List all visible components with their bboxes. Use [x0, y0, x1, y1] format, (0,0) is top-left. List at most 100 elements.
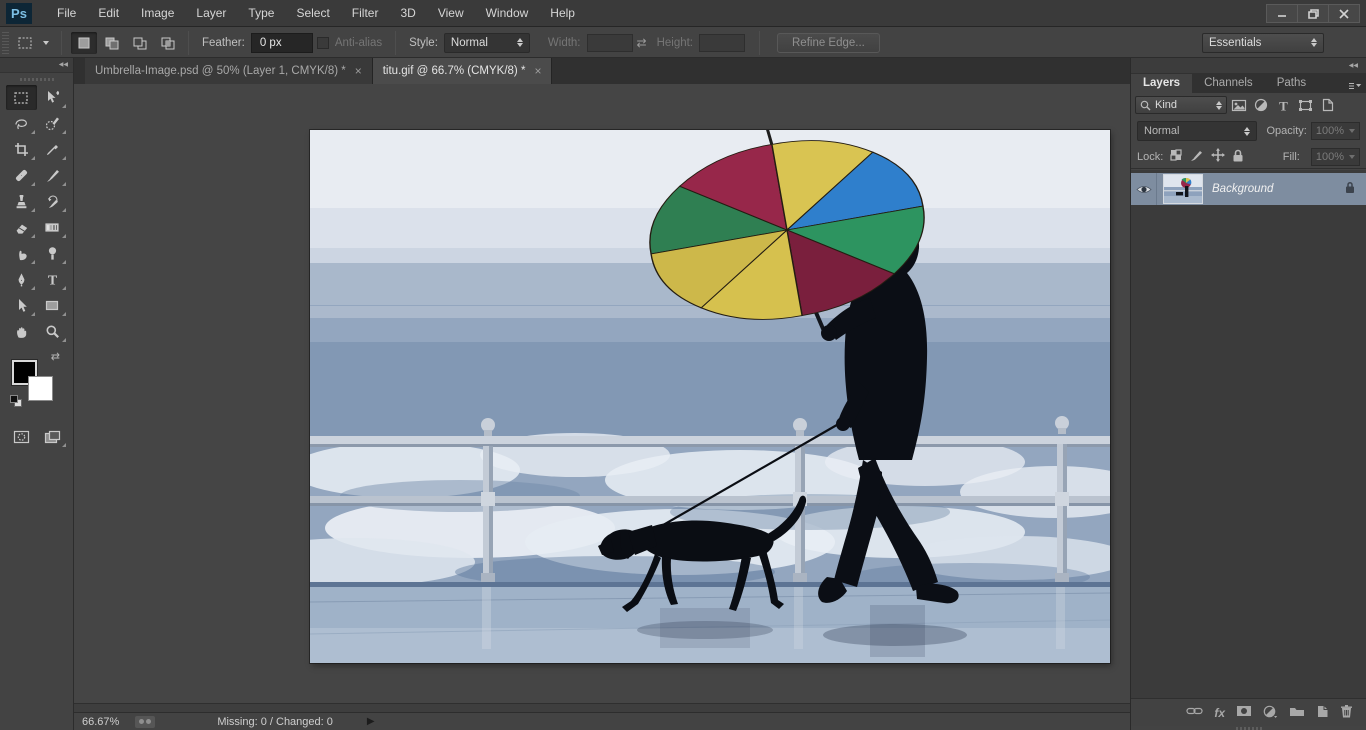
width-label: Width:	[548, 37, 581, 49]
delete-layer-button[interactable]	[1340, 705, 1353, 721]
tool-gradient[interactable]	[37, 215, 68, 240]
clone-stamp-icon	[14, 195, 29, 209]
tool-clone-stamp[interactable]	[6, 189, 37, 214]
link-layers-button[interactable]	[1186, 706, 1203, 719]
opacity-field[interactable]: 100%	[1311, 122, 1360, 140]
filter-adjustment-layers-button[interactable]	[1251, 96, 1271, 114]
menu-file[interactable]: File	[46, 0, 87, 26]
tool-preset-picker[interactable]	[12, 34, 54, 52]
tool-smudge[interactable]	[6, 241, 37, 266]
height-input[interactable]	[699, 34, 745, 52]
tool-shape[interactable]	[37, 293, 68, 318]
lock-position-button[interactable]	[1211, 148, 1225, 165]
tools-grip[interactable]	[20, 78, 54, 81]
new-layer-button[interactable]	[1316, 705, 1329, 721]
panel-tab-channels[interactable]: Channels	[1192, 74, 1265, 93]
horizontal-scrollbar[interactable]	[74, 703, 1130, 712]
tab-close-icon[interactable]: ×	[355, 64, 362, 78]
menu-help[interactable]: Help	[539, 0, 586, 26]
tool-hand[interactable]	[6, 319, 37, 344]
lock-all-button[interactable]	[1232, 149, 1244, 165]
subtract-from-selection-button[interactable]	[127, 32, 153, 54]
add-layer-mask-button[interactable]	[1236, 705, 1252, 720]
layer-name[interactable]: Background	[1212, 183, 1344, 195]
filter-kind-dropdown[interactable]: Kind	[1135, 96, 1227, 114]
menu-view[interactable]: View	[427, 0, 475, 26]
tool-eyedropper[interactable]	[37, 137, 68, 162]
tool-zoom[interactable]	[37, 319, 68, 344]
restore-button[interactable]	[1297, 4, 1329, 23]
menu-filter[interactable]: Filter	[341, 0, 390, 26]
background-color-swatch[interactable]	[28, 376, 53, 401]
document-tab-0[interactable]: Umbrella-Image.psd @ 50% (Layer 1, CMYK/…	[85, 58, 373, 84]
tool-path-selection[interactable]	[6, 293, 37, 318]
tool-history-brush[interactable]	[37, 189, 68, 214]
default-colors-icon[interactable]	[10, 395, 23, 408]
new-group-button[interactable]	[1289, 705, 1305, 720]
menu-type[interactable]: Type	[237, 0, 285, 26]
type-layer-icon: T	[1277, 99, 1290, 112]
tool-pen[interactable]	[6, 267, 37, 292]
screen-mode-button[interactable]	[37, 424, 68, 449]
tool-eraser[interactable]	[6, 215, 37, 240]
menu-3d[interactable]: 3D	[389, 0, 426, 26]
filter-pixel-layers-button[interactable]	[1229, 96, 1249, 114]
tool-crop[interactable]	[6, 137, 37, 162]
tool-quick-selection[interactable]	[37, 111, 68, 136]
anti-alias-checkbox[interactable]	[317, 37, 329, 49]
layer-row-background[interactable]: Background	[1131, 173, 1366, 205]
filter-shape-layers-button[interactable]	[1295, 96, 1315, 114]
canvas-image[interactable]	[310, 130, 1110, 663]
tool-type[interactable]: T	[37, 267, 68, 292]
shape-rectangle-icon	[44, 299, 60, 312]
minimize-button[interactable]	[1266, 4, 1298, 23]
filter-type-layers-button[interactable]: T	[1273, 96, 1293, 114]
status-options-arrow[interactable]: ▶	[367, 716, 375, 727]
intersect-selection-button[interactable]	[155, 32, 181, 54]
tool-spot-healing-brush[interactable]	[6, 163, 37, 188]
minimize-icon	[1277, 9, 1287, 18]
adobe-drive-status-icon[interactable]	[135, 716, 155, 728]
color-swatches: ⇄	[12, 354, 56, 398]
layer-thumbnail[interactable]	[1163, 174, 1203, 204]
add-to-selection-button[interactable]	[99, 32, 125, 54]
refine-edge-button[interactable]: Refine Edge...	[777, 33, 880, 53]
style-dropdown[interactable]: Normal	[444, 33, 530, 53]
zoom-level-field[interactable]: 66.67%	[82, 716, 119, 728]
fill-field[interactable]: 100%	[1311, 148, 1360, 166]
tool-move[interactable]	[37, 85, 68, 110]
panel-tab-layers[interactable]: Layers	[1131, 74, 1192, 93]
status-bar: 66.67% Missing: 0 / Changed: 0 ▶	[74, 712, 1130, 730]
new-selection-button[interactable]	[71, 32, 97, 54]
width-input[interactable]	[587, 34, 633, 52]
swap-width-height-icon[interactable]: ⇄	[637, 36, 647, 50]
document-tab-1[interactable]: titu.gif @ 66.7% (CMYK/8) *×	[373, 58, 553, 84]
tool-rectangular-marquee[interactable]	[6, 85, 37, 110]
menu-select[interactable]: Select	[285, 0, 340, 26]
lock-transparent-button[interactable]	[1170, 149, 1183, 165]
panel-tab-paths[interactable]: Paths	[1265, 74, 1318, 93]
layer-style-button[interactable]: fx	[1214, 706, 1225, 720]
blend-mode-dropdown[interactable]: Normal	[1137, 121, 1257, 141]
new-adjustment-layer-button[interactable]	[1263, 705, 1278, 721]
menu-edit[interactable]: Edit	[87, 0, 130, 26]
tool-brush[interactable]	[37, 163, 68, 188]
lock-pixels-button[interactable]	[1190, 149, 1204, 165]
tool-dodge[interactable]	[37, 241, 68, 266]
filter-smart-objects-button[interactable]	[1317, 96, 1337, 114]
close-button[interactable]	[1328, 4, 1360, 23]
dock-collapse-button[interactable]: ◀◀	[1131, 58, 1366, 74]
panel-menu-icon[interactable]	[1348, 78, 1362, 92]
subtract-selection-icon	[132, 36, 148, 50]
layer-visibility-toggle[interactable]	[1131, 173, 1157, 205]
menu-window[interactable]: Window	[475, 0, 540, 26]
feather-input[interactable]: 0 px	[251, 33, 313, 53]
menu-layer[interactable]: Layer	[185, 0, 237, 26]
tab-close-icon[interactable]: ×	[534, 64, 541, 78]
tools-collapse-button[interactable]: ◀◀	[0, 58, 73, 73]
tool-lasso[interactable]	[6, 111, 37, 136]
quick-mask-button[interactable]	[6, 424, 37, 449]
swap-colors-icon[interactable]: ⇄	[51, 350, 60, 363]
menu-image[interactable]: Image	[130, 0, 185, 26]
workspace-switcher[interactable]: Essentials	[1202, 33, 1324, 53]
